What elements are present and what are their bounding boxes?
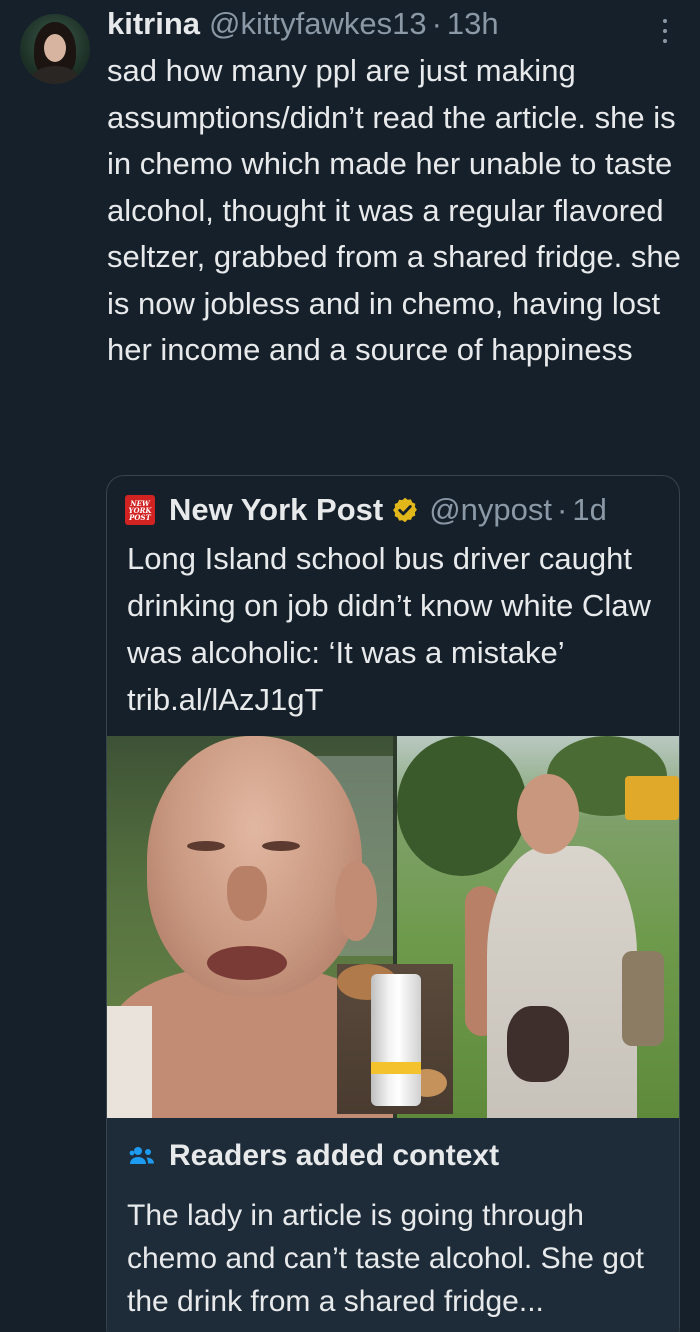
author-name[interactable]: kitrina	[107, 6, 200, 42]
tweet-header: kitrina @kittyfawkes13 · 13h	[107, 6, 499, 46]
quoted-tweet-text: Long Island school bus driver caught dri…	[127, 541, 651, 717]
photo-can-band	[371, 1062, 421, 1074]
community-note[interactable]: Readers added context The lady in articl…	[107, 1118, 679, 1332]
tweet-text: sad how many ppl are just making assumpt…	[107, 53, 681, 367]
photo-can	[371, 974, 421, 1106]
photo-ear	[335, 861, 377, 941]
quoted-tweet[interactable]: NEW YORK POST New York Post @nypost · 1d…	[106, 475, 680, 1332]
separator-dot: ·	[557, 492, 568, 527]
avatar-face	[44, 34, 66, 62]
quoted-tweet-header: NEW YORK POST New York Post @nypost · 1d	[125, 490, 607, 530]
quoted-author-name[interactable]: New York Post	[169, 492, 383, 528]
author-handle[interactable]: @kittyfawkes13	[209, 6, 427, 42]
photo-eye	[262, 841, 300, 851]
quoted-tweet-timestamp[interactable]: 1d	[572, 492, 606, 528]
verified-badge-icon	[393, 497, 418, 523]
photo-mouth	[207, 946, 287, 980]
separator-dot: ·	[431, 6, 442, 41]
photo-body	[487, 846, 637, 1118]
photo-strap	[107, 1006, 152, 1118]
tweet[interactable]: kitrina @kittyfawkes13 · 13h sad how man…	[0, 0, 700, 1332]
more-vertical-icon[interactable]	[658, 18, 672, 44]
people-icon	[129, 1147, 154, 1164]
community-note-header: Readers added context	[129, 1136, 499, 1176]
photo-hat	[507, 1006, 569, 1082]
photo-nose	[227, 866, 267, 921]
quoted-author-handle[interactable]: @nypost	[429, 492, 552, 528]
community-note-text: The lady in article is going through che…	[127, 1199, 645, 1318]
community-note-title: Readers added context	[169, 1139, 500, 1172]
avatar[interactable]	[20, 14, 90, 84]
photo-school-bus	[625, 776, 679, 820]
tweet-timestamp[interactable]: 13h	[447, 6, 499, 42]
photo-tree	[397, 736, 527, 876]
can-inset-photo	[337, 964, 453, 1114]
photo-head	[517, 774, 579, 854]
photo-bag	[622, 951, 664, 1046]
logo-line: POST	[129, 512, 151, 522]
new-york-post-logo[interactable]: NEW YORK POST	[125, 495, 155, 525]
quoted-tweet-media[interactable]	[107, 736, 679, 1118]
photo-eye	[187, 841, 225, 851]
